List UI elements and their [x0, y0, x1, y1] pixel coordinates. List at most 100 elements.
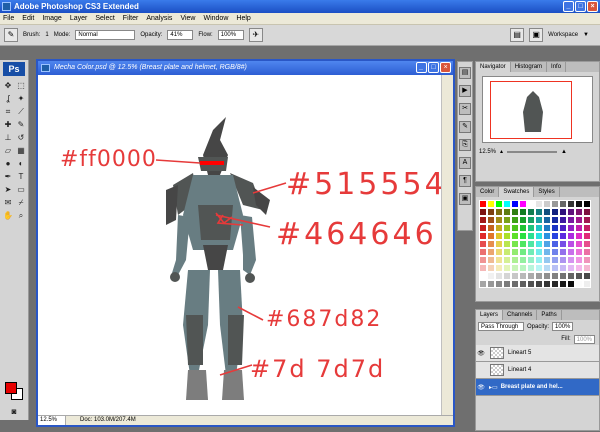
swatch-cell[interactable] [527, 208, 535, 216]
swatch-cell[interactable] [495, 208, 503, 216]
actions-panel-icon[interactable]: ▶ [459, 85, 471, 97]
swatch-cell[interactable] [503, 224, 511, 232]
swatch-cell[interactable] [487, 240, 495, 248]
layers-opacity-field[interactable]: 100% [552, 322, 574, 331]
swatch-cell[interactable] [551, 256, 559, 264]
swatch-cell[interactable] [511, 216, 519, 224]
healing-tool-icon[interactable]: ✚ [2, 119, 14, 130]
tab-info[interactable]: Info [547, 62, 567, 72]
swatch-cell[interactable] [479, 240, 487, 248]
swatch-cell[interactable] [567, 224, 575, 232]
marquee-tool-icon[interactable]: ⬚ [15, 80, 27, 91]
swatch-cell[interactable] [575, 256, 583, 264]
tab-channels[interactable]: Channels [503, 310, 538, 320]
swatch-cell[interactable] [479, 216, 487, 224]
menu-edit[interactable]: Edit [22, 13, 34, 24]
zoom-out-icon[interactable]: ▴ [500, 147, 503, 157]
swatch-cell[interactable] [487, 232, 495, 240]
quick-mask-icon[interactable]: ◙ [8, 406, 20, 417]
swatch-cell[interactable] [511, 200, 519, 208]
swatch-cell[interactable] [559, 232, 567, 240]
swatch-cell[interactable] [511, 240, 519, 248]
swatch-cell[interactable] [575, 232, 583, 240]
brushes-panel-icon[interactable]: ✎ [459, 121, 471, 133]
swatch-cell[interactable] [543, 248, 551, 256]
menu-view[interactable]: View [180, 13, 195, 24]
tab-histogram[interactable]: Histogram [511, 62, 548, 72]
swatch-cell[interactable] [559, 224, 567, 232]
opacity-field[interactable]: 41% [167, 30, 194, 40]
menu-file[interactable]: File [3, 13, 14, 24]
swatch-cell[interactable] [511, 264, 519, 272]
swatch-cell[interactable] [567, 240, 575, 248]
swatch-cell[interactable] [535, 200, 543, 208]
swatch-cell[interactable] [583, 208, 591, 216]
swatch-cell[interactable] [495, 216, 503, 224]
layer-row[interactable]: Lineart 4 [476, 362, 599, 379]
swatch-cell[interactable] [519, 280, 527, 288]
stamp-tool-icon[interactable]: ⊥ [2, 132, 14, 143]
workspace-menu[interactable]: Workspace [548, 32, 578, 38]
minimize-button[interactable]: _ [563, 1, 574, 12]
tab-navigator[interactable]: Navigator [476, 62, 511, 72]
swatch-cell[interactable] [479, 280, 487, 288]
clone-source-icon[interactable]: ⎘ [459, 139, 471, 151]
type-tool-icon[interactable]: T [15, 171, 27, 182]
zoom-tool-icon[interactable]: ⌕ [15, 210, 27, 221]
swatch-cell[interactable] [487, 216, 495, 224]
swatch-cell[interactable] [479, 200, 487, 208]
swatch-cell[interactable] [503, 272, 511, 280]
history-brush-icon[interactable]: ↺ [15, 132, 27, 143]
swatch-cell[interactable] [495, 272, 503, 280]
zoom-in-icon[interactable]: ▲ [561, 147, 567, 157]
swatch-cell[interactable] [583, 200, 591, 208]
swatch-cell[interactable] [527, 224, 535, 232]
swatch-cell[interactable] [575, 272, 583, 280]
layer-row-selected[interactable]: 👁 ▸▭ Breast plate and hel... [476, 379, 599, 396]
swatch-cell[interactable] [503, 200, 511, 208]
swatch-cell[interactable] [543, 280, 551, 288]
swatch-cell[interactable] [551, 224, 559, 232]
swatch-cell[interactable] [519, 256, 527, 264]
magic-wand-tool-icon[interactable]: ✦ [15, 93, 27, 104]
swatch-cell[interactable] [527, 240, 535, 248]
swatch-cell[interactable] [559, 280, 567, 288]
swatch-cell[interactable] [583, 240, 591, 248]
swatch-cell[interactable] [495, 280, 503, 288]
menu-filter[interactable]: Filter [123, 13, 139, 24]
canvas[interactable]: #ff0000 #515554 #464646 #687d82 #7d 7d7d [38, 75, 443, 415]
swatch-cell[interactable] [479, 232, 487, 240]
tab-styles[interactable]: Styles [534, 187, 560, 197]
swatch-cell[interactable] [567, 280, 575, 288]
swatch-cell[interactable] [535, 256, 543, 264]
swatch-cell[interactable] [519, 200, 527, 208]
brush-tool-preset-icon[interactable]: ✎ [4, 28, 18, 42]
swatch-cell[interactable] [575, 248, 583, 256]
swatch-cell[interactable] [551, 272, 559, 280]
zoom-field[interactable]: 12.5% [38, 416, 66, 425]
swatch-cell[interactable] [511, 232, 519, 240]
swatch-cell[interactable] [487, 272, 495, 280]
paragraph-panel-icon[interactable]: ¶ [459, 175, 471, 187]
tab-layers[interactable]: Layers [476, 310, 504, 320]
swatch-cell[interactable] [495, 240, 503, 248]
dodge-tool-icon[interactable]: ◐ [15, 158, 27, 169]
airbrush-icon[interactable]: ✈ [248, 28, 263, 42]
swatch-cell[interactable] [551, 208, 559, 216]
swatch-cell[interactable] [527, 280, 535, 288]
swatch-cell[interactable] [567, 232, 575, 240]
swatch-cell[interactable] [551, 264, 559, 272]
swatch-cell[interactable] [495, 224, 503, 232]
swatch-cell[interactable] [519, 216, 527, 224]
doc-maximize-button[interactable]: □ [428, 62, 439, 73]
swatch-cell[interactable] [495, 200, 503, 208]
swatch-cell[interactable] [479, 208, 487, 216]
swatch-cell[interactable] [567, 264, 575, 272]
swatch-cell[interactable] [487, 256, 495, 264]
swatch-cell[interactable] [567, 216, 575, 224]
swatch-cell[interactable] [503, 208, 511, 216]
swatch-cell[interactable] [575, 208, 583, 216]
swatch-cell[interactable] [519, 208, 527, 216]
swatch-cell[interactable] [567, 248, 575, 256]
swatch-cell[interactable] [479, 224, 487, 232]
